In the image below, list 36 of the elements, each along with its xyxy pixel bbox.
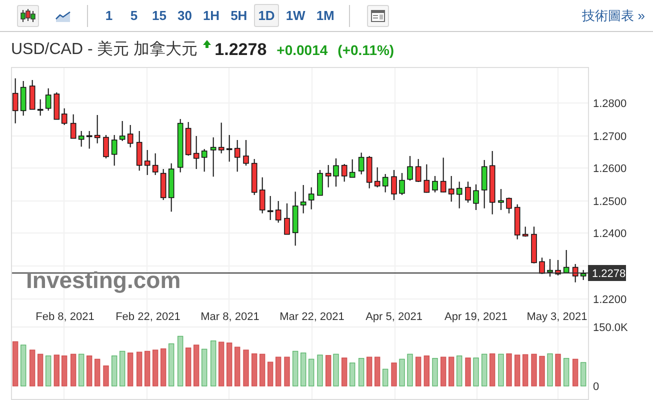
price-axis-label: 1.2200 [593, 294, 627, 306]
date-axis-label: Mar 8, 2021 [200, 311, 260, 323]
interval-button[interactable]: 1 [98, 4, 120, 27]
currency-pair-title: USD/CAD - 美元 加拿大元 [11, 40, 198, 60]
price-axis-label: 1.2700 [593, 131, 627, 143]
volume-axis-label: 0 [593, 381, 600, 393]
interval-button[interactable]: 15 [148, 4, 170, 27]
current-price-tag: 1.2278 [588, 265, 626, 281]
date-axis-label: Apr 5, 2021 [366, 311, 422, 323]
volume-axis-label: 150.0K [593, 322, 628, 334]
chart-settings-button[interactable] [367, 4, 390, 26]
date-axis-label: Mar 22, 2021 [280, 311, 344, 323]
price-change: +0.0014 [276, 42, 328, 58]
technical-chart-link[interactable]: 技術圖表 » [582, 6, 645, 24]
window-icon [371, 10, 386, 22]
date-axis-label: May 3, 2021 [526, 311, 588, 323]
interval-button[interactable]: 5 [123, 4, 145, 27]
line-chart-icon [55, 8, 71, 22]
investing-logo: Investing.com [26, 267, 181, 293]
price-axis-label: 1.2400 [593, 228, 627, 240]
date-axis-label: Feb 22, 2021 [116, 311, 180, 323]
interval-button[interactable]: 1D [254, 4, 279, 27]
percent-change: (+0.11%) [338, 42, 394, 58]
candlestick-chart-button[interactable] [17, 4, 39, 26]
price-axis-label: 1.2500 [593, 196, 627, 208]
interval-button[interactable]: 30 [173, 4, 196, 27]
date-axis-label: Apr 19, 2021 [444, 311, 508, 323]
price-axis-label: 1.2600 [593, 163, 627, 175]
interval-button[interactable]: 1H [198, 4, 224, 27]
candlestick-icon [20, 8, 36, 22]
interval-button[interactable]: 1W [282, 4, 310, 27]
date-axis-label: Feb 8, 2021 [36, 311, 94, 323]
interval-button[interactable]: 5H [226, 4, 252, 27]
interval-button[interactable]: 1M [312, 4, 338, 27]
current-price: 1.2278 [214, 40, 267, 60]
price-axis-label: 1.2800 [593, 98, 627, 110]
